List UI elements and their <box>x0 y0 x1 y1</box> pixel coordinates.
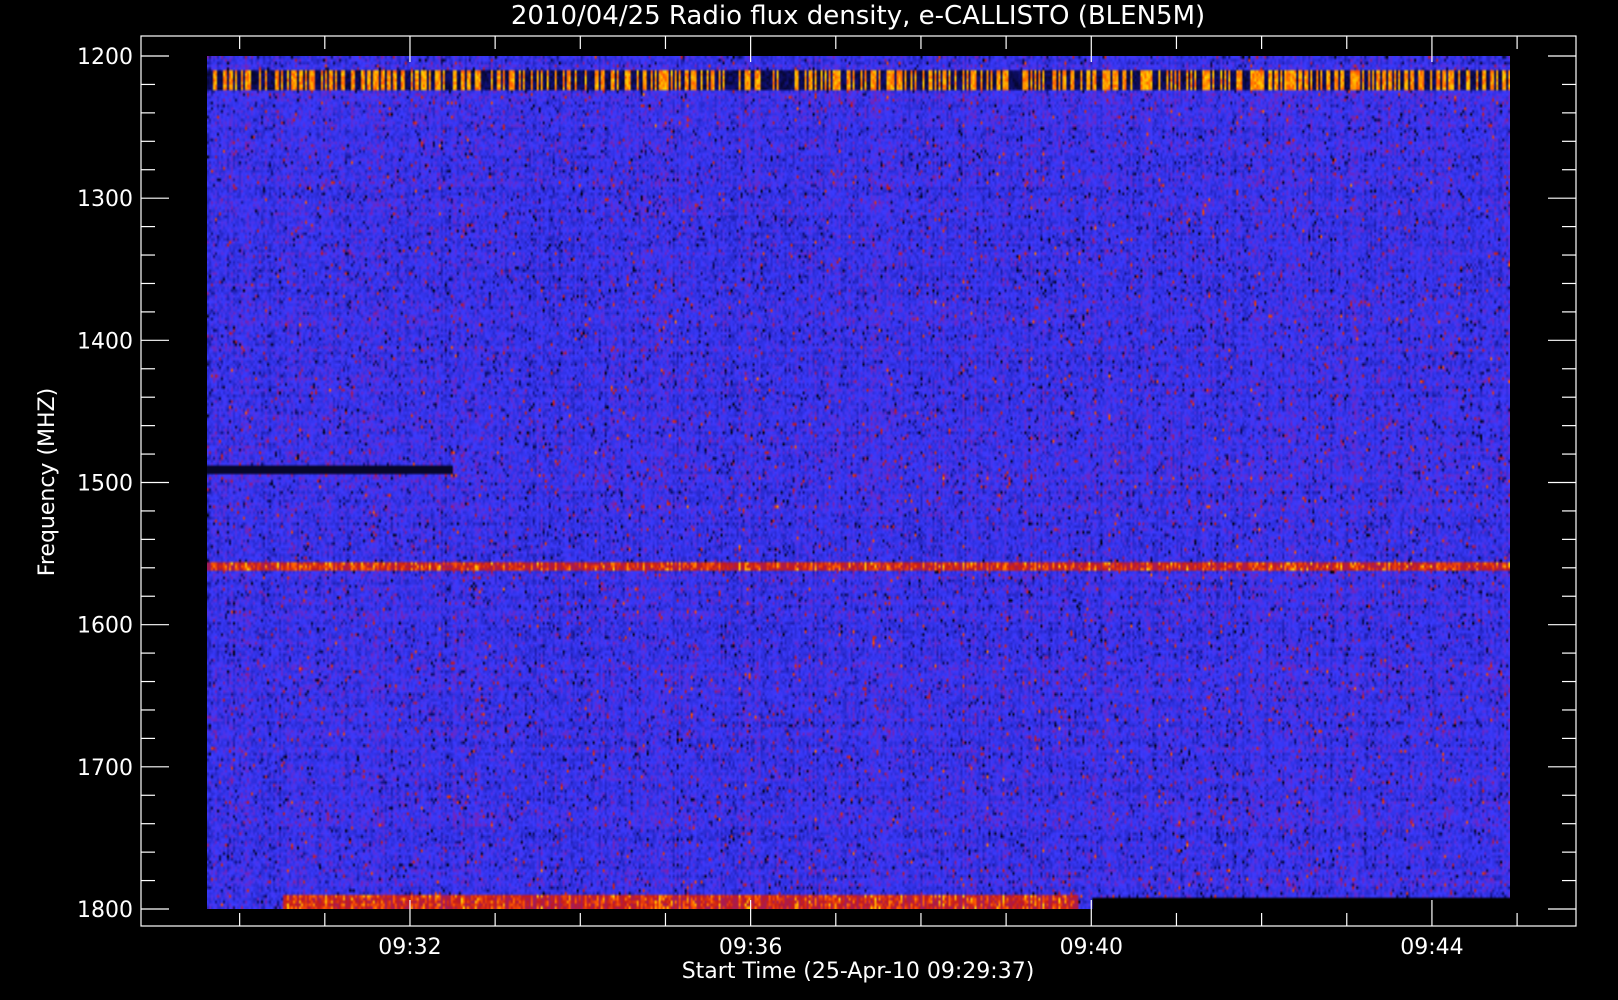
y-axis-label: Frequency (MHZ) <box>35 388 60 576</box>
spectrogram-heatmap <box>207 56 1510 909</box>
y-tick-label: 1600 <box>77 614 133 639</box>
y-tick-label: 1800 <box>77 898 133 923</box>
y-tick-label: 1400 <box>77 329 133 354</box>
x-tick-label: 09:32 <box>378 935 441 960</box>
x-axis-label: Start Time (25-Apr-10 09:29:37) <box>682 959 1035 984</box>
y-tick-label: 1200 <box>77 45 133 70</box>
x-tick-label: 09:36 <box>719 935 782 960</box>
y-tick-label: 1700 <box>77 756 133 781</box>
x-tick-label: 09:44 <box>1400 935 1463 960</box>
y-tick-label: 1300 <box>77 187 133 212</box>
x-tick-label: 09:40 <box>1060 935 1123 960</box>
plot-area <box>207 56 1510 909</box>
chart-title: 2010/04/25 Radio flux density, e-CALLIST… <box>511 1 1205 31</box>
spectrogram-chart: 2010/04/25 Radio flux density, e-CALLIST… <box>0 0 1618 1000</box>
y-tick-label: 1500 <box>77 472 133 497</box>
